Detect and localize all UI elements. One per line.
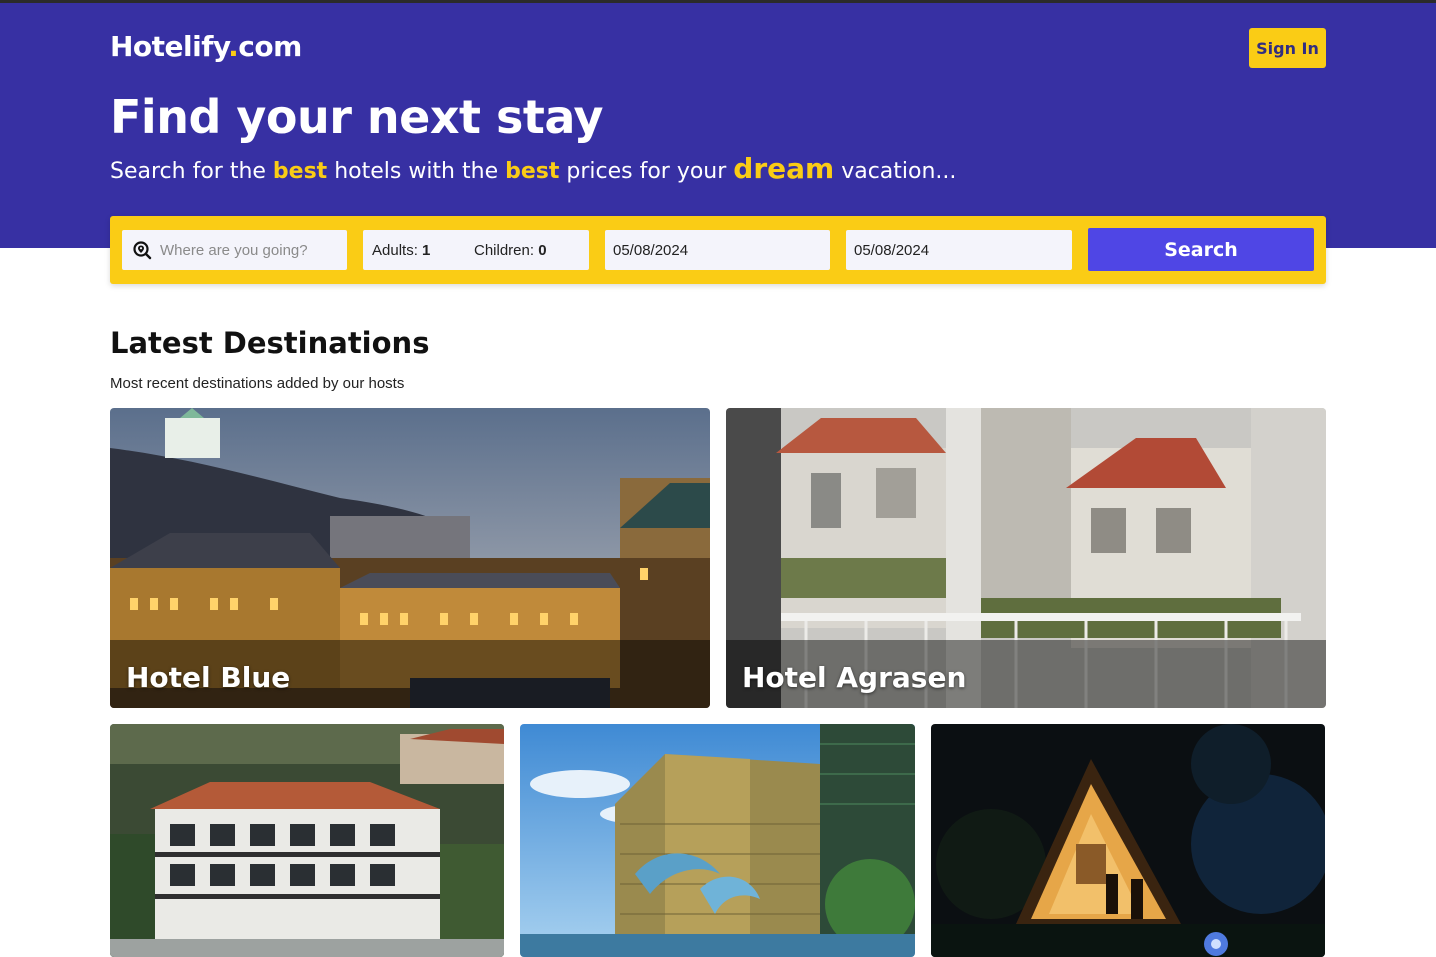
- guests-field[interactable]: Adults: 1 Children: 0: [363, 230, 589, 270]
- destination-card[interactable]: [520, 724, 915, 957]
- adults-value: 1: [422, 241, 431, 259]
- hotel-name: Hotel Blue: [126, 661, 291, 694]
- adults-group[interactable]: Adults: 1: [372, 242, 430, 259]
- destination-card-hotel-agrasen[interactable]: Hotel Agrasen: [726, 408, 1326, 708]
- search-bar: Where are you going? Adults: 1 Children:…: [110, 216, 1326, 284]
- check-out-date-field[interactable]: 05/08/2024: [846, 230, 1072, 270]
- search-location-icon: [133, 241, 152, 260]
- logo-dot: .: [228, 30, 239, 63]
- tagline-highlight: best: [505, 159, 560, 184]
- section-title: Latest Destinations: [110, 326, 430, 360]
- children-label: Children:: [474, 241, 535, 259]
- destination-card[interactable]: [931, 724, 1325, 957]
- logo-main: Hotelify: [110, 30, 229, 63]
- children-group[interactable]: Children: 0: [474, 242, 547, 259]
- hotel-photo-modern-tower: [520, 724, 915, 957]
- check-in-date-field[interactable]: 05/08/2024: [605, 230, 830, 270]
- tagline-part: hotels with the: [327, 159, 506, 184]
- search-button[interactable]: Search: [1088, 228, 1314, 271]
- tagline-highlight-dream: dream: [733, 152, 835, 185]
- tagline-part: prices for your: [559, 159, 734, 184]
- site-logo[interactable]: Hotelify.com: [110, 30, 302, 63]
- tagline-highlight: best: [272, 159, 328, 184]
- tagline-part: Search for the: [110, 159, 273, 184]
- destination-card-hotel-blue[interactable]: Hotel Blue: [110, 408, 710, 708]
- sign-in-button[interactable]: Sign In: [1249, 28, 1326, 68]
- hotel-photo-a-frame-cabin: [931, 724, 1325, 957]
- hero-tagline: Search for the best hotels with the best…: [110, 152, 956, 185]
- tagline-part: vacation...: [834, 159, 957, 184]
- destination-card[interactable]: [110, 724, 504, 957]
- children-value: 0: [538, 241, 547, 259]
- hotel-name: Hotel Agrasen: [742, 661, 967, 694]
- destination-placeholder: Where are you going?: [160, 241, 308, 259]
- adults-label: Adults:: [372, 241, 418, 259]
- destination-field[interactable]: Where are you going?: [122, 230, 347, 270]
- hero-headline: Find your next stay: [110, 90, 604, 144]
- section-subtitle: Most recent destinations added by our ho…: [110, 375, 405, 392]
- logo-tld: com: [238, 30, 302, 63]
- hotel-photo-mansion: [110, 724, 504, 957]
